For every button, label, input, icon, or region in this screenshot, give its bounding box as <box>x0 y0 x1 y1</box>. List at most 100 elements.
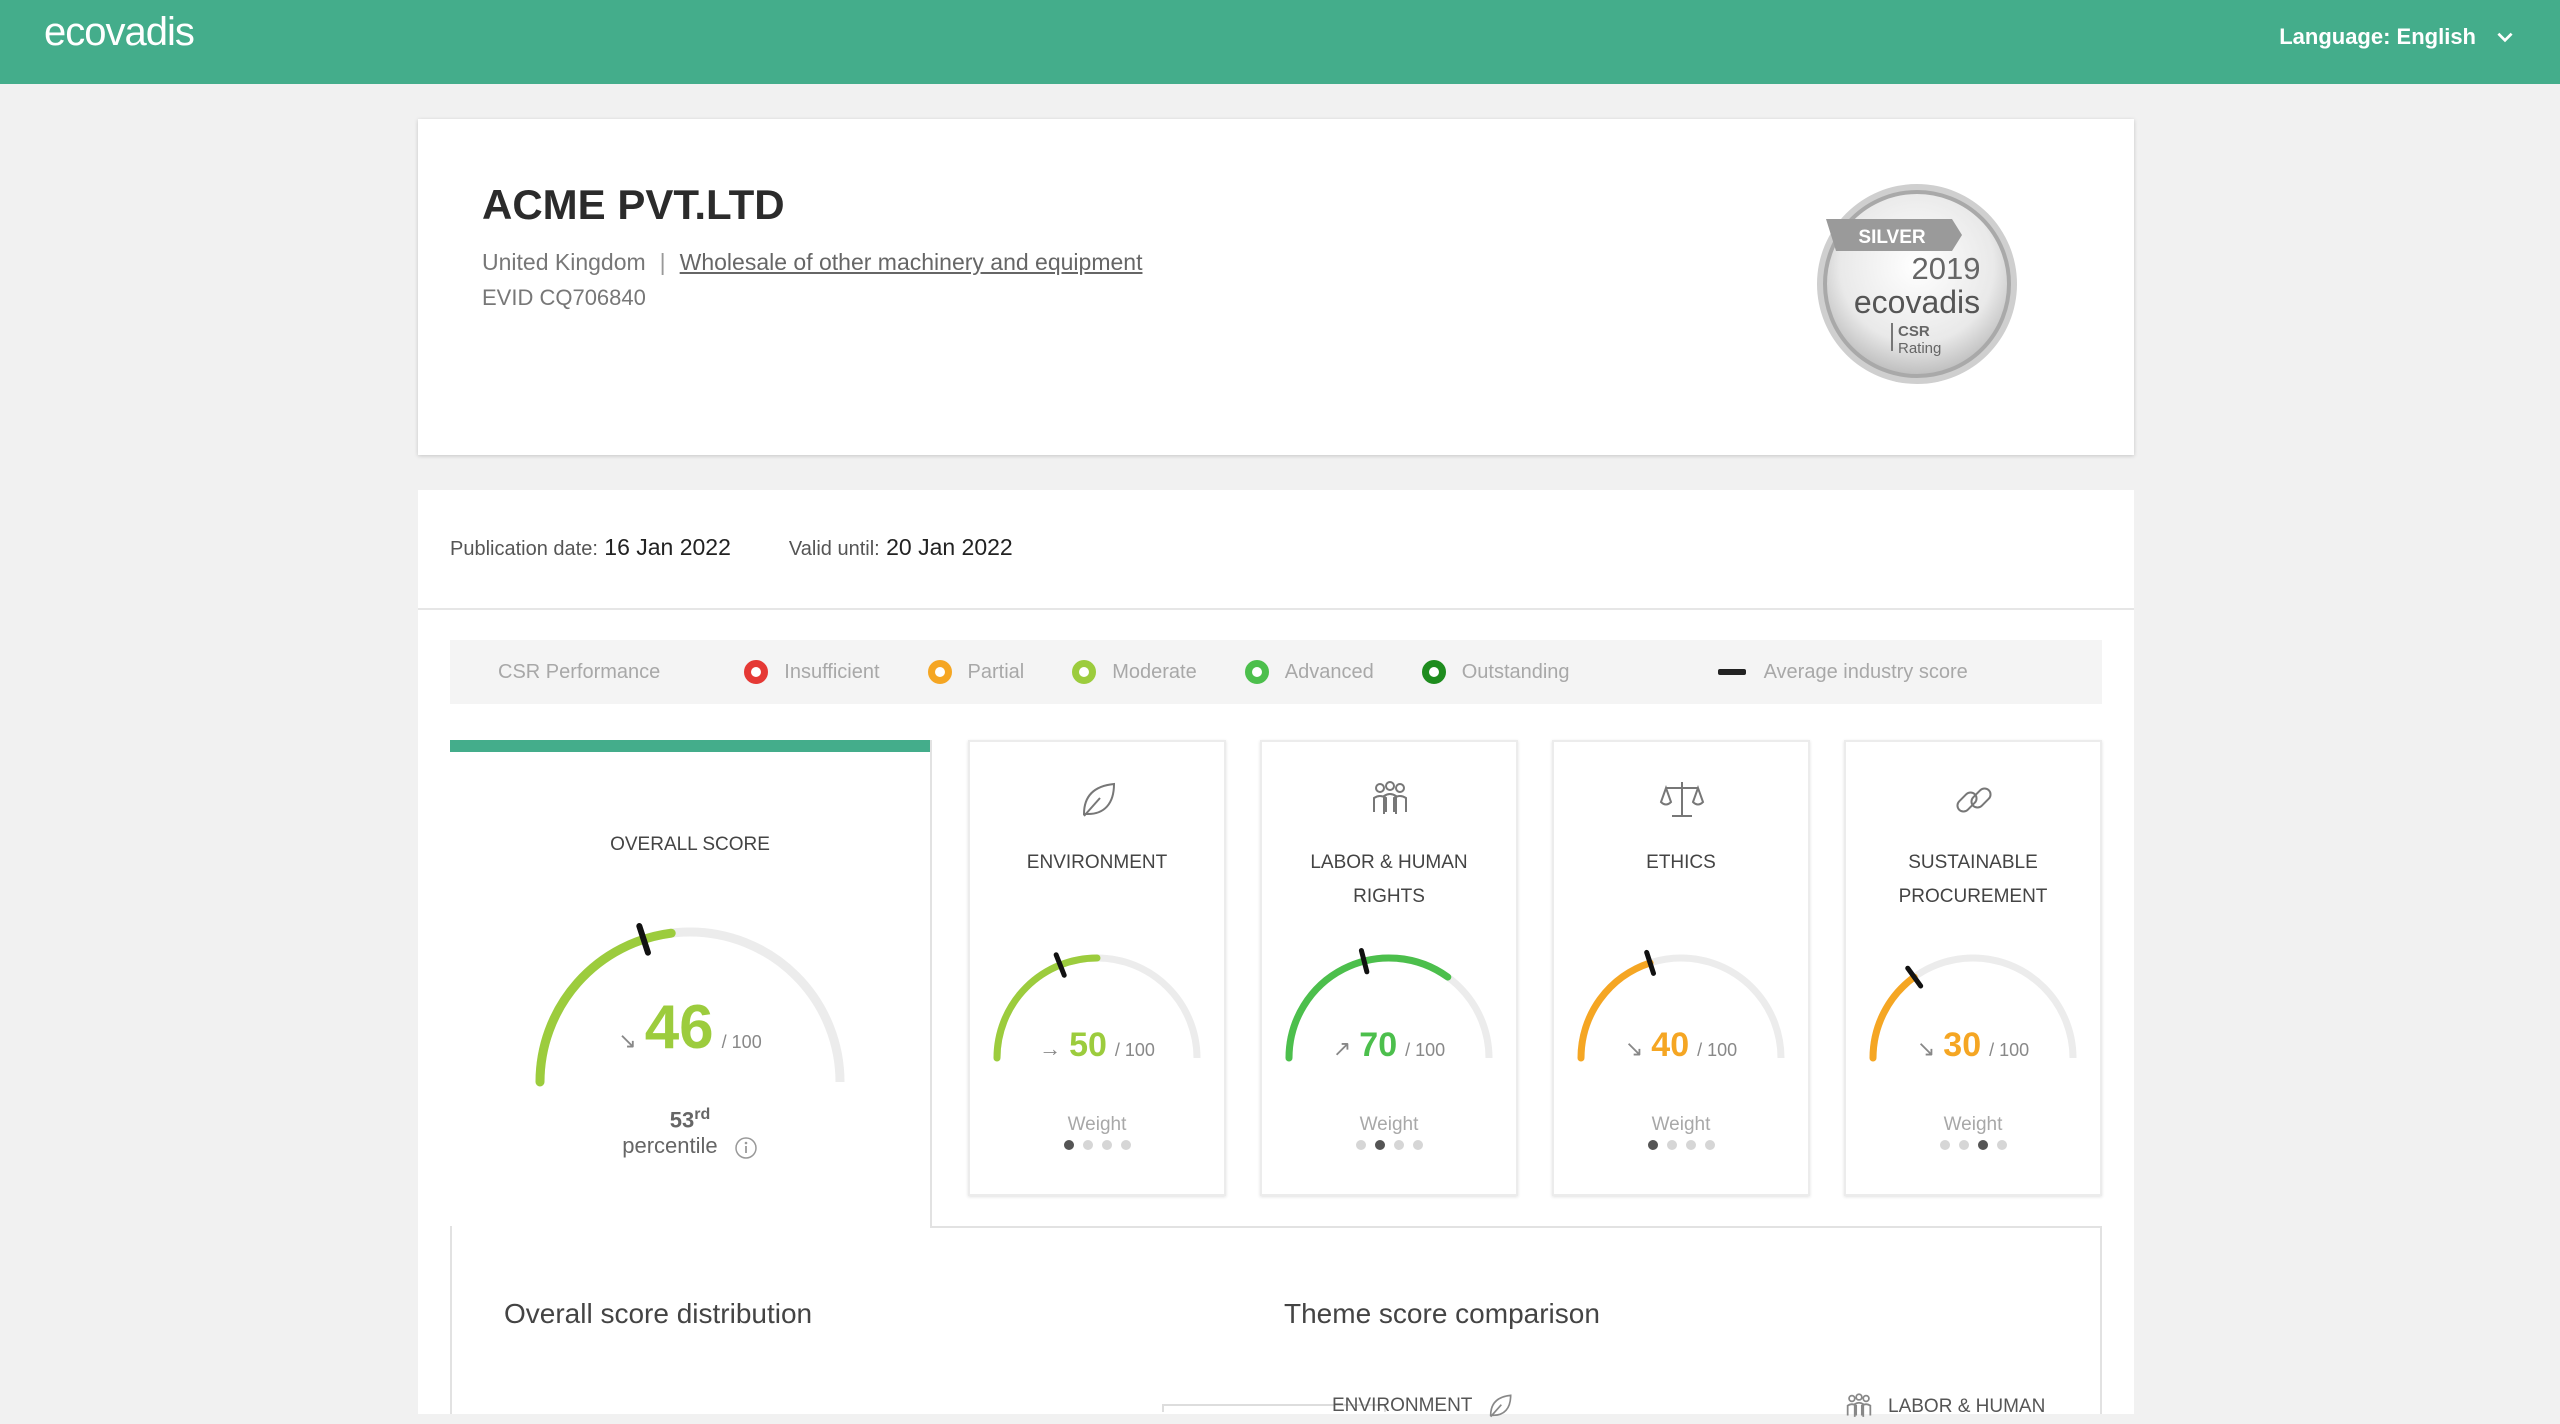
comparison-labor: LABOR & HUMAN <box>1842 1390 2045 1424</box>
theme-title-line: LABOR & HUMAN <box>1310 852 1468 873</box>
weight-dot <box>1958 1140 1969 1150</box>
weight-dot <box>1120 1140 1131 1150</box>
publication-date-value: 16 Jan 2022 <box>604 534 731 560</box>
top-bar: ecovadis Language: English <box>0 0 2560 84</box>
weight-dot <box>1101 1140 1112 1150</box>
publication-row: Publication date: 16 Jan 2022 Valid unti… <box>450 534 1013 561</box>
weight-label: Weight <box>1359 1114 1419 1135</box>
theme-score-number: 30 <box>1943 1026 1982 1064</box>
weight-dots <box>1262 1140 1516 1150</box>
industry-link[interactable]: Wholesale of other machinery and equipme… <box>680 249 1143 276</box>
legend-label: Advanced <box>1284 660 1374 683</box>
theme-score: ↗ 70 / 100 <box>1262 1026 1516 1065</box>
medal-brand: ecovadis <box>1854 284 1980 320</box>
industry-average-marker <box>636 923 651 956</box>
legend-item-insufficient: Insufficient <box>744 660 880 684</box>
legend-item-partial: Partial <box>927 660 1025 684</box>
divider <box>418 608 2134 610</box>
weight-dot <box>1412 1140 1423 1150</box>
weight-dot <box>1355 1140 1366 1150</box>
silver-medal-badge: SILVER 2019 ecovadis CSR Rating <box>1817 184 2017 384</box>
legend-item-moderate: Moderate <box>1072 660 1197 684</box>
trend-arrow-icon: ↗ <box>1332 1036 1352 1061</box>
theme-card-environment[interactable]: ENVIRONMENT → 50 / 100 Weight <box>968 740 1226 1196</box>
percentile-suffix: rd <box>694 1106 711 1123</box>
theme-title-line: SUSTAINABLE <box>1908 852 2038 873</box>
ecovadis-logo[interactable]: ecovadis <box>44 10 195 55</box>
theme-title-line: PROCUREMENT <box>1898 886 2048 907</box>
people-icon <box>1846 1393 1872 1417</box>
company-evid: EVID CQ706840 <box>482 285 646 310</box>
legend-label: Partial <box>967 660 1025 683</box>
comparison-section-title: Theme score comparison <box>1284 1298 1600 1329</box>
trend-arrow-icon: → <box>1039 1036 1062 1061</box>
weight-dot <box>1939 1140 1950 1150</box>
weight-dot <box>1082 1140 1093 1150</box>
theme-title-line: ETHICS <box>1646 852 1716 873</box>
trend-arrow-icon: ↘ <box>618 1028 637 1053</box>
overall-score-value: ↘ 46 / 100 <box>450 992 930 1063</box>
weight-dot <box>1393 1140 1404 1150</box>
legend-item-average: Average industry score <box>1717 660 1968 684</box>
theme-title-line: RIGHTS <box>1353 886 1425 907</box>
theme-card-ethics[interactable]: ETHICS ↘ 40 / 100 Weight <box>1552 740 1810 1196</box>
distribution-section-title: Overall score distribution <box>504 1298 813 1329</box>
leaf-icon <box>1082 782 1116 817</box>
theme-score-number: 50 <box>1069 1026 1107 1064</box>
weight-dot <box>1647 1140 1658 1150</box>
weight-dot <box>1374 1140 1385 1150</box>
weight-label: Weight <box>1943 1114 2003 1135</box>
chevron-down-icon <box>2497 32 2513 43</box>
theme-score: → 50 / 100 <box>970 1026 1224 1065</box>
company-country: United Kingdom <box>482 249 646 275</box>
moderate-dot-icon <box>1072 660 1097 684</box>
legend-label: Average industry score <box>1763 660 1968 683</box>
score-out-of: / 100 <box>1989 1040 2030 1060</box>
insufficient-dot-icon <box>744 660 769 684</box>
legend-label: Outstanding <box>1461 660 1570 683</box>
comparison-labor-label: LABOR & HUMAN <box>1888 1396 2046 1417</box>
weight-dots <box>1846 1140 2100 1150</box>
trend-arrow-icon: ↘ <box>1624 1036 1644 1061</box>
scales-icon <box>1659 782 1705 817</box>
valid-until-value: 20 Jan 2022 <box>886 534 1013 560</box>
language-selector[interactable]: Language: English <box>2279 24 2516 50</box>
overall-score-card[interactable]: OVERALL SCORE ↘ 46 / 100 53rd percentile <box>450 740 930 1226</box>
theme-score: ↘ 40 / 100 <box>1554 1026 1808 1065</box>
valid-until-label: Valid until: <box>788 538 880 560</box>
partial-dot-icon <box>927 660 952 684</box>
company-meta: United Kingdom | Wholesale of other mach… <box>482 249 1142 276</box>
publication-date-label: Publication date: <box>450 538 598 560</box>
frame-line <box>930 740 932 1226</box>
theme-card-labor-human-rights[interactable]: LABOR & HUMAN RIGHTS ↗ 70 / 100 Weight <box>1260 740 1518 1196</box>
weight-dot <box>1685 1140 1696 1150</box>
score-out-of: / 100 <box>1405 1040 1446 1060</box>
legend-item-outstanding: Outstanding <box>1421 660 1570 684</box>
theme-card-sustainable-procurement[interactable]: SUSTAINABLE PROCUREMENT ↘ 30 / 100 Weight <box>1844 740 2102 1196</box>
advanced-dot-icon <box>1244 660 1269 684</box>
weight-label: Weight <box>1651 1114 1711 1135</box>
overall-score-number: 46 <box>644 993 714 1062</box>
score-out-of: / 100 <box>721 1032 762 1052</box>
comparison-environment: ENVIRONMENT <box>1332 1390 1516 1422</box>
score-out-of: / 100 <box>1697 1040 1738 1060</box>
industry-average-marker <box>1358 947 1370 975</box>
average-marker-icon <box>1717 669 1746 675</box>
percentile-number: 53 <box>669 1107 695 1133</box>
percentile-label: percentile <box>622 1133 718 1159</box>
performance-legend: CSR Performance Insufficient Partial Mod… <box>450 640 2102 704</box>
legend-label: Insufficient <box>784 660 880 683</box>
medal-caption-1: CSR <box>1898 323 1930 340</box>
overall-score-title: OVERALL SCORE <box>610 834 770 855</box>
people-icon <box>1373 781 1407 814</box>
chain-link-icon <box>1956 787 1992 813</box>
legend-label: Moderate <box>1112 660 1197 683</box>
score-out-of: / 100 <box>1114 1040 1155 1060</box>
theme-score: ↘ 30 / 100 <box>1846 1026 2100 1065</box>
legend-item-advanced: Advanced <box>1244 660 1374 684</box>
info-icon[interactable] <box>734 1136 758 1160</box>
legend-title: CSR Performance <box>498 660 661 683</box>
company-name: ACME PVT.LTD <box>482 181 785 228</box>
theme-score-number: 40 <box>1651 1026 1690 1064</box>
language-label: Language: English <box>2279 24 2476 49</box>
